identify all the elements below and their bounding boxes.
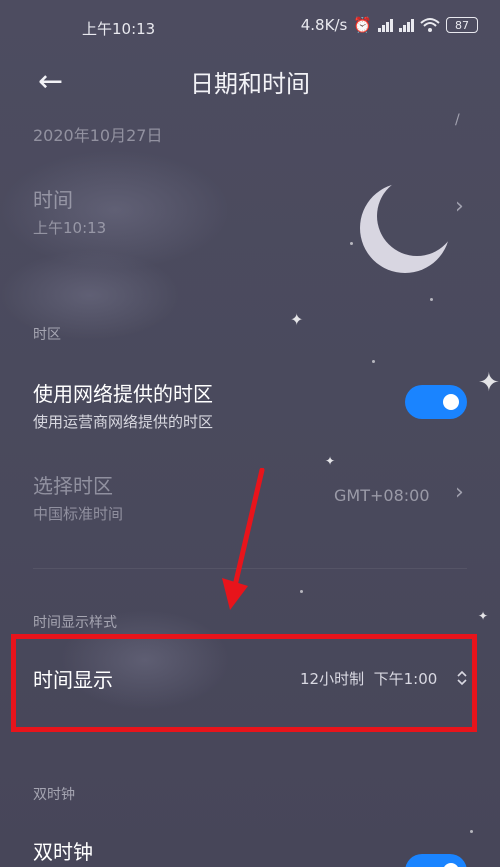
star-icon: ✦ xyxy=(290,310,304,329)
network-timezone-sublabel: 使用运营商网络提供的时区 xyxy=(33,413,214,431)
toggle-knob xyxy=(443,863,459,867)
star-dot xyxy=(470,830,473,833)
dual-clock-label: 双时钟 xyxy=(33,840,93,864)
time-value: 上午10:13 xyxy=(33,219,107,237)
chevron-right-icon: / xyxy=(455,112,460,128)
annotation-highlight-box xyxy=(11,634,477,732)
battery-icon: 87 xyxy=(446,17,478,33)
time-row[interactable]: 时间 上午10:13 › xyxy=(0,184,500,244)
status-time: 上午10:13 xyxy=(82,20,156,38)
status-indicators: 4.8K/s ⏰ 87 xyxy=(301,16,478,34)
select-timezone-sublabel: 中国标准时间 xyxy=(33,505,124,523)
select-timezone-label: 选择时区 xyxy=(33,474,113,498)
network-timezone-row[interactable]: 使用网络提供的时区 使用运营商网络提供的时区 xyxy=(0,378,500,438)
star-dot xyxy=(300,590,303,593)
star-dot xyxy=(430,298,433,301)
section-header-timezone: 时区 xyxy=(33,327,61,343)
network-timezone-label: 使用网络提供的时区 xyxy=(33,382,213,406)
date-value: 2020年10月27日 xyxy=(33,126,163,145)
toggle-knob xyxy=(443,394,459,410)
annotation-arrow xyxy=(222,468,265,610)
chevron-right-icon: › xyxy=(455,194,464,219)
network-timezone-toggle[interactable] xyxy=(405,385,467,419)
star-icon: ✦ xyxy=(325,454,336,468)
star-icon: ✦ xyxy=(478,609,489,623)
section-header-dual-clock: 双时钟 xyxy=(33,787,75,803)
network-speed: 4.8K/s xyxy=(300,16,348,34)
dual-clock-toggle[interactable] xyxy=(405,854,467,867)
dual-clock-row[interactable]: 双时钟 xyxy=(0,836,500,867)
section-header-display-style: 时间显示样式 xyxy=(33,615,117,631)
page-title: 日期和时间 xyxy=(190,70,310,98)
chevron-right-icon: › xyxy=(455,480,464,505)
time-label: 时间 xyxy=(33,188,73,212)
star-dot xyxy=(372,360,375,363)
date-row[interactable]: 2020年10月27日 / xyxy=(0,112,500,148)
alarm-icon: ⏰ xyxy=(353,16,372,34)
signal-icon xyxy=(399,18,414,32)
signal-icon xyxy=(378,18,393,32)
wifi-icon xyxy=(420,18,440,32)
status-bar: 上午10:13 4.8K/s ⏰ 87 xyxy=(0,0,500,56)
cloud-decoration xyxy=(0,250,180,340)
timezone-value: GMT+08:00 xyxy=(334,486,430,505)
page-header: ← 日期和时间 xyxy=(0,56,500,104)
